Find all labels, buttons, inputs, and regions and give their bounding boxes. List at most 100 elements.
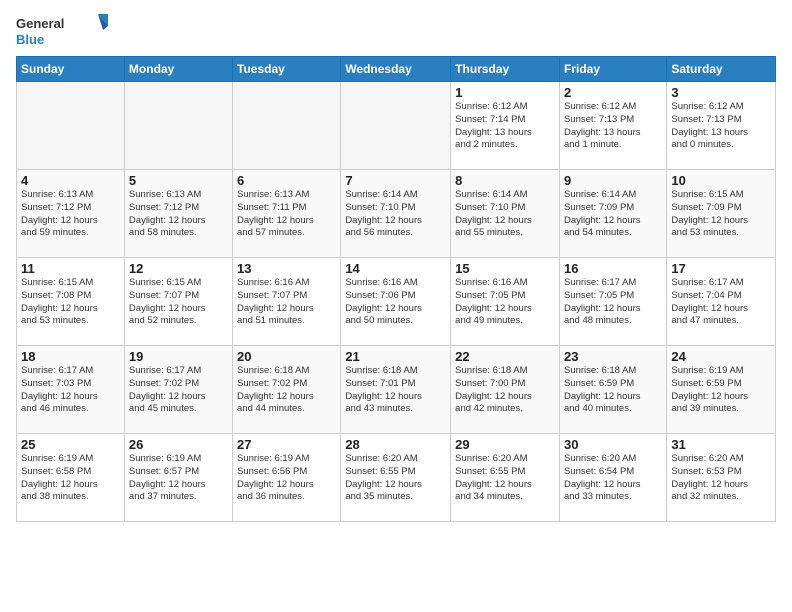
day-cell-3: 3Sunrise: 6:12 AM Sunset: 7:13 PM Daylig… [667,82,776,170]
day-info: Sunrise: 6:18 AM Sunset: 6:59 PM Dayligh… [564,365,662,416]
week-row-4: 18Sunrise: 6:17 AM Sunset: 7:03 PM Dayli… [17,346,776,434]
svg-text:General: General [16,16,64,31]
day-number: 26 [129,437,228,452]
day-info: Sunrise: 6:15 AM Sunset: 7:07 PM Dayligh… [129,277,228,328]
day-number: 20 [237,349,336,364]
day-cell-1: 1Sunrise: 6:12 AM Sunset: 7:14 PM Daylig… [451,82,560,170]
day-info: Sunrise: 6:20 AM Sunset: 6:55 PM Dayligh… [455,453,555,504]
day-cell-7: 7Sunrise: 6:14 AM Sunset: 7:10 PM Daylig… [341,170,451,258]
day-cell-30: 30Sunrise: 6:20 AM Sunset: 6:54 PM Dayli… [559,434,666,522]
day-cell-9: 9Sunrise: 6:14 AM Sunset: 7:09 PM Daylig… [559,170,666,258]
generalblue-logo: General Blue [16,12,116,50]
day-info: Sunrise: 6:12 AM Sunset: 7:14 PM Dayligh… [455,101,555,152]
day-number: 23 [564,349,662,364]
day-number: 2 [564,85,662,100]
day-info: Sunrise: 6:17 AM Sunset: 7:05 PM Dayligh… [564,277,662,328]
svg-text:Blue: Blue [16,32,44,47]
day-number: 7 [345,173,446,188]
empty-cell [341,82,451,170]
logo: General Blue [16,12,116,50]
day-number: 12 [129,261,228,276]
day-number: 15 [455,261,555,276]
day-cell-28: 28Sunrise: 6:20 AM Sunset: 6:55 PM Dayli… [341,434,451,522]
day-cell-11: 11Sunrise: 6:15 AM Sunset: 7:08 PM Dayli… [17,258,125,346]
empty-cell [124,82,232,170]
day-cell-4: 4Sunrise: 6:13 AM Sunset: 7:12 PM Daylig… [17,170,125,258]
day-cell-12: 12Sunrise: 6:15 AM Sunset: 7:07 PM Dayli… [124,258,232,346]
day-cell-29: 29Sunrise: 6:20 AM Sunset: 6:55 PM Dayli… [451,434,560,522]
day-number: 24 [671,349,771,364]
day-cell-8: 8Sunrise: 6:14 AM Sunset: 7:10 PM Daylig… [451,170,560,258]
day-cell-20: 20Sunrise: 6:18 AM Sunset: 7:02 PM Dayli… [233,346,341,434]
day-cell-22: 22Sunrise: 6:18 AM Sunset: 7:00 PM Dayli… [451,346,560,434]
weekday-header-friday: Friday [559,57,666,82]
day-info: Sunrise: 6:13 AM Sunset: 7:12 PM Dayligh… [129,189,228,240]
day-cell-18: 18Sunrise: 6:17 AM Sunset: 7:03 PM Dayli… [17,346,125,434]
day-info: Sunrise: 6:16 AM Sunset: 7:06 PM Dayligh… [345,277,446,328]
day-number: 13 [237,261,336,276]
day-info: Sunrise: 6:12 AM Sunset: 7:13 PM Dayligh… [564,101,662,152]
day-info: Sunrise: 6:12 AM Sunset: 7:13 PM Dayligh… [671,101,771,152]
day-info: Sunrise: 6:14 AM Sunset: 7:09 PM Dayligh… [564,189,662,240]
day-info: Sunrise: 6:20 AM Sunset: 6:53 PM Dayligh… [671,453,771,504]
day-cell-2: 2Sunrise: 6:12 AM Sunset: 7:13 PM Daylig… [559,82,666,170]
day-number: 27 [237,437,336,452]
weekday-header-sunday: Sunday [17,57,125,82]
weekday-header-monday: Monday [124,57,232,82]
day-number: 22 [455,349,555,364]
day-cell-6: 6Sunrise: 6:13 AM Sunset: 7:11 PM Daylig… [233,170,341,258]
day-cell-27: 27Sunrise: 6:19 AM Sunset: 6:56 PM Dayli… [233,434,341,522]
day-number: 30 [564,437,662,452]
day-cell-14: 14Sunrise: 6:16 AM Sunset: 7:06 PM Dayli… [341,258,451,346]
day-number: 3 [671,85,771,100]
day-info: Sunrise: 6:16 AM Sunset: 7:07 PM Dayligh… [237,277,336,328]
week-row-2: 4 Sunrise: 6:13 AM Sunset: 7:12 PM Daylig… [17,170,776,258]
week-row-3: 11Sunrise: 6:15 AM Sunset: 7:08 PM Dayli… [17,258,776,346]
day-number: 18 [21,349,120,364]
day-number: 25 [21,437,120,452]
day-info: Sunrise: 6:20 AM Sunset: 6:54 PM Dayligh… [564,453,662,504]
day-info: Sunrise: 6:19 AM Sunset: 6:56 PM Dayligh… [237,453,336,504]
day-info: Sunrise: 6:16 AM Sunset: 7:05 PM Dayligh… [455,277,555,328]
day-info: Sunrise: 6:18 AM Sunset: 7:00 PM Dayligh… [455,365,555,416]
day-info: Sunrise: 6:15 AM Sunset: 7:08 PM Dayligh… [21,277,120,328]
day-cell-17: 17Sunrise: 6:17 AM Sunset: 7:04 PM Dayli… [667,258,776,346]
day-info: Sunrise: 6:14 AM Sunset: 7:10 PM Dayligh… [455,189,555,240]
weekday-header-wednesday: Wednesday [341,57,451,82]
day-info: Sunrise: 6:15 AM Sunset: 7:09 PM Dayligh… [671,189,771,240]
day-info: Sunrise: 6:17 AM Sunset: 7:02 PM Dayligh… [129,365,228,416]
day-number: 11 [21,261,120,276]
day-cell-23: 23Sunrise: 6:18 AM Sunset: 6:59 PM Dayli… [559,346,666,434]
day-info: Sunrise: 6:17 AM Sunset: 7:04 PM Dayligh… [671,277,771,328]
day-info: Sunrise: 6:17 AM Sunset: 7:03 PM Dayligh… [21,365,120,416]
weekday-header-thursday: Thursday [451,57,560,82]
day-number: 9 [564,173,662,188]
weekday-header-tuesday: Tuesday [233,57,341,82]
day-number: 28 [345,437,446,452]
day-cell-31: 31Sunrise: 6:20 AM Sunset: 6:53 PM Dayli… [667,434,776,522]
day-number: 21 [345,349,446,364]
day-number: 4 [21,173,120,188]
day-number: 10 [671,173,771,188]
day-cell-21: 21Sunrise: 6:18 AM Sunset: 7:01 PM Dayli… [341,346,451,434]
day-cell-10: 10Sunrise: 6:15 AM Sunset: 7:09 PM Dayli… [667,170,776,258]
day-cell-13: 13Sunrise: 6:16 AM Sunset: 7:07 PM Dayli… [233,258,341,346]
day-number: 31 [671,437,771,452]
week-row-5: 25Sunrise: 6:19 AM Sunset: 6:58 PM Dayli… [17,434,776,522]
day-info: Sunrise: 6:18 AM Sunset: 7:01 PM Dayligh… [345,365,446,416]
day-info: Sunrise: 6:19 AM Sunset: 6:58 PM Dayligh… [21,453,120,504]
day-cell-25: 25Sunrise: 6:19 AM Sunset: 6:58 PM Dayli… [17,434,125,522]
day-info: Sunrise: 6:18 AM Sunset: 7:02 PM Dayligh… [237,365,336,416]
weekday-header-row: SundayMondayTuesdayWednesdayThursdayFrid… [17,57,776,82]
day-number: 5 [129,173,228,188]
day-info: Sunrise: 6:19 AM Sunset: 6:57 PM Dayligh… [129,453,228,504]
day-info: Sunrise: 6:13 AM Sunset: 7:11 PM Dayligh… [237,189,336,240]
day-cell-15: 15Sunrise: 6:16 AM Sunset: 7:05 PM Dayli… [451,258,560,346]
day-number: 14 [345,261,446,276]
empty-cell [17,82,125,170]
day-cell-16: 16Sunrise: 6:17 AM Sunset: 7:05 PM Dayli… [559,258,666,346]
day-info: Sunrise: 6:20 AM Sunset: 6:55 PM Dayligh… [345,453,446,504]
empty-cell [233,82,341,170]
weekday-header-saturday: Saturday [667,57,776,82]
week-row-1: 1Sunrise: 6:12 AM Sunset: 7:14 PM Daylig… [17,82,776,170]
